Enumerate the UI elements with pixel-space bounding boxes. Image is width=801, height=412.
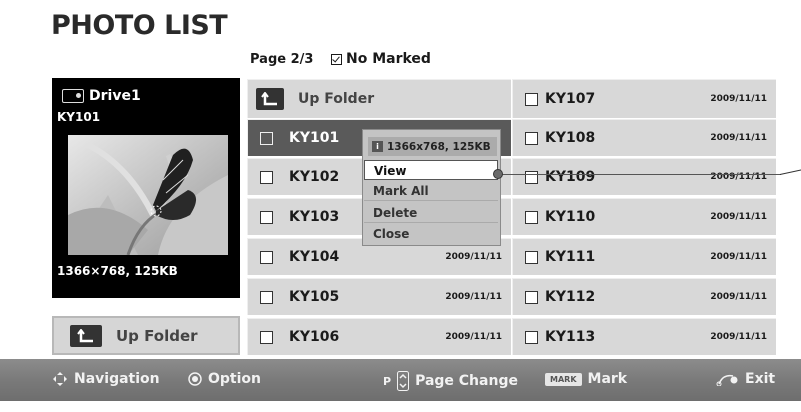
file-name: KY113 <box>545 329 596 345</box>
checkbox[interactable] <box>525 330 538 344</box>
marked-status: No Marked <box>331 51 431 67</box>
checkbox[interactable] <box>525 250 538 264</box>
info-icon: i <box>372 141 383 152</box>
preview-thumbnail <box>68 135 228 256</box>
checkbox[interactable] <box>260 131 273 145</box>
drive-label: Drive1 <box>62 88 141 104</box>
option-icon <box>188 372 202 386</box>
page-key-label: P <box>383 374 392 388</box>
file-name: KY111 <box>545 249 596 265</box>
bottom-bar: Navigation Option P Page Change MARK Mar… <box>0 359 801 401</box>
file-row-ky110[interactable]: KY110 2009/11/11 <box>512 198 776 235</box>
popup-delete[interactable]: Delete <box>364 203 498 223</box>
up-folder-row[interactable]: Up Folder <box>247 79 511 118</box>
file-row-ky109[interactable]: KY109 2009/11/11 <box>512 158 776 195</box>
file-name: KY103 <box>289 209 340 225</box>
navigation-icon <box>53 372 67 386</box>
checkmark-icon <box>331 53 342 65</box>
file-row-ky113[interactable]: KY113 2009/11/11 <box>512 318 776 355</box>
popup-view[interactable]: View <box>364 160 498 180</box>
callout-line <box>498 174 781 175</box>
file-date: 2009/11/11 <box>710 94 767 104</box>
option-label: Option <box>208 371 261 387</box>
file-name: KY112 <box>545 289 596 305</box>
up-folder-icon <box>70 324 102 347</box>
file-name: KY106 <box>289 329 340 345</box>
mark-key-badge: MARK <box>545 372 582 386</box>
file-date: 2009/11/11 <box>710 133 767 143</box>
file-date: 2009/11/11 <box>710 252 767 262</box>
up-folder-label: Up Folder <box>116 326 198 345</box>
checkbox[interactable] <box>260 330 273 344</box>
file-name: KY108 <box>545 130 596 146</box>
popup-file-info: i 1366x768, 125KB <box>368 137 497 156</box>
checkbox[interactable] <box>260 170 273 184</box>
nav-hint: Navigation <box>52 371 160 387</box>
file-name: KY109 <box>545 169 596 185</box>
checkbox[interactable] <box>525 290 538 304</box>
popup-close[interactable]: Close <box>364 224 498 244</box>
page-title: PHOTO LIST <box>51 10 228 41</box>
file-row-ky107[interactable]: KY107 2009/11/11 <box>512 79 776 118</box>
exit-icon <box>716 374 738 386</box>
checkbox[interactable] <box>525 131 538 145</box>
checkbox[interactable] <box>260 210 273 224</box>
popup-mark-all[interactable]: Mark All <box>364 181 498 201</box>
checkbox[interactable] <box>525 92 538 106</box>
mark-hint[interactable]: MARK Mark <box>545 371 627 387</box>
file-name: KY110 <box>545 209 596 225</box>
up-folder-icon <box>256 88 284 110</box>
file-date: 2009/11/11 <box>710 332 767 342</box>
callout-tail <box>779 169 801 175</box>
marked-status-label: No Marked <box>346 51 431 67</box>
file-row-ky111[interactable]: KY111 2009/11/11 <box>512 238 776 275</box>
option-hint[interactable]: Option <box>188 371 261 387</box>
checkbox[interactable] <box>525 170 538 184</box>
popup-info-text: 1366x768, 125KB <box>387 140 491 153</box>
page-up-down-icon <box>397 371 410 391</box>
up-folder-button[interactable]: Up Folder <box>52 316 240 355</box>
page-change-label: Page Change <box>415 373 518 389</box>
file-row-ky105[interactable]: KY105 2009/11/11 <box>247 278 511 315</box>
exit-label: Exit <box>745 371 776 387</box>
page-indicator: Page 2/3 <box>250 52 314 67</box>
exit-hint[interactable]: Exit <box>715 371 775 387</box>
file-row-ky106[interactable]: KY106 2009/11/11 <box>247 318 511 355</box>
mark-label: Mark <box>587 371 628 387</box>
file-date: 2009/11/11 <box>445 252 502 262</box>
preview-filename: KY101 <box>57 110 101 124</box>
file-row-ky112[interactable]: KY112 2009/11/11 <box>512 278 776 315</box>
file-name: KY101 <box>289 130 340 146</box>
file-name: KY107 <box>545 91 596 107</box>
callout-dot <box>493 169 503 179</box>
drive-icon <box>62 89 84 103</box>
file-name: KY105 <box>289 289 340 305</box>
file-date: 2009/11/11 <box>710 212 767 222</box>
navigation-label: Navigation <box>74 371 160 387</box>
checkbox[interactable] <box>260 250 273 264</box>
checkbox[interactable] <box>260 290 273 304</box>
file-date: 2009/11/11 <box>445 292 502 302</box>
file-row-ky108[interactable]: KY108 2009/11/11 <box>512 119 776 156</box>
checkbox[interactable] <box>525 210 538 224</box>
drive-name: Drive1 <box>89 88 141 104</box>
file-date: 2009/11/11 <box>710 292 767 302</box>
file-name: KY104 <box>289 249 340 265</box>
butterfly-image <box>68 135 228 256</box>
file-name: KY102 <box>289 169 340 185</box>
page-change-hint[interactable]: P Page Change <box>383 371 518 391</box>
file-date: 2009/11/11 <box>445 332 502 342</box>
up-folder-label: Up Folder <box>298 91 375 107</box>
preview-info: 1366×768, 125KB <box>57 264 178 278</box>
